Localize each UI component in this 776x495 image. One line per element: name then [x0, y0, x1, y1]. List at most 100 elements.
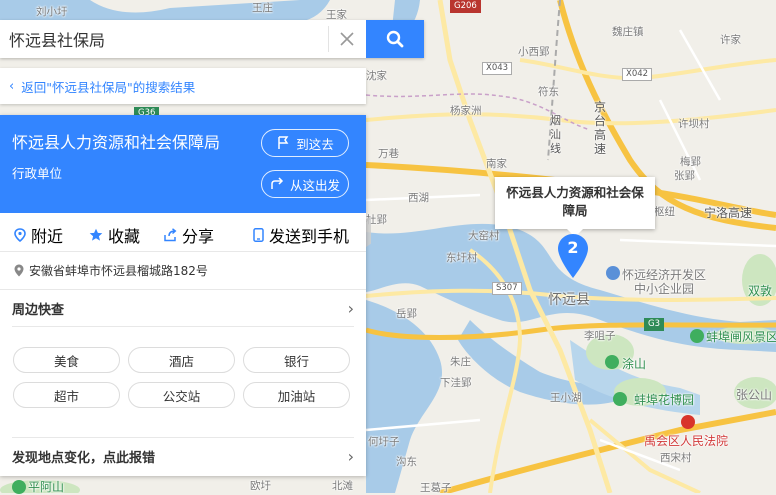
search-bar	[0, 20, 424, 58]
route-from-button[interactable]: 从这出发	[261, 170, 349, 198]
map-label: 王小湖	[550, 392, 582, 404]
nearby-action-label: 附近	[31, 227, 64, 246]
road-shield: S307	[492, 282, 522, 295]
report-error-link[interactable]: 发现地点变化，点此报错 ›	[12, 437, 354, 474]
park-icon	[12, 480, 26, 494]
send-to-phone-label: 发送到手机	[269, 227, 350, 246]
close-icon	[340, 32, 354, 46]
map-label: 下洼郢	[440, 377, 472, 389]
map-label: 符东	[538, 86, 559, 98]
map-label: 魏庄镇	[612, 26, 644, 38]
map-label: 刘小圩	[36, 6, 68, 18]
search-input[interactable]	[0, 20, 320, 58]
share-icon	[164, 228, 177, 242]
send-to-phone-action[interactable]: 发送到手机	[253, 223, 349, 247]
route-from-label: 从这出发	[289, 177, 340, 193]
clear-button[interactable]	[328, 26, 365, 52]
map-label: 双敦	[748, 284, 773, 298]
chip-bus-stop[interactable]: 公交站	[128, 382, 235, 408]
location-pin-icon	[14, 228, 26, 242]
map-label: 张公山	[736, 388, 773, 402]
map-label: 禹会区人民法院	[644, 434, 729, 448]
flag-icon	[278, 136, 289, 149]
location-marker[interactable]: 2	[558, 234, 588, 278]
chip-gas-station[interactable]: 加油站	[243, 382, 350, 408]
park-icon	[605, 355, 619, 369]
back-to-results-link[interactable]: ‹ 返回"怀远县社保局"的搜索结果	[0, 68, 366, 104]
address-row: 安徽省蚌埠市怀远县榴城路182号	[0, 252, 366, 290]
map-label: 南家	[486, 158, 507, 170]
nearby-action[interactable]: 附近	[14, 223, 63, 247]
map-label: 沟东	[396, 456, 417, 468]
share-action-label: 分享	[182, 227, 215, 246]
search-icon	[386, 30, 404, 48]
map-label: 北滩	[332, 480, 353, 492]
road-shield: G3	[644, 318, 664, 331]
chevron-right-icon: ›	[347, 298, 354, 318]
map-label: 蚌埠闸风景区	[706, 330, 776, 344]
address-text: 安徽省蚌埠市怀远县榴城路182号	[29, 264, 208, 278]
road-label: 宁洛高速	[704, 206, 753, 220]
map-label: 西宋村	[660, 452, 692, 464]
emblem-icon	[681, 415, 695, 429]
place-detail-card: 怀远县人力资源和社会保障局 行政单位 到这去 从这出发 附近 收藏 分享 发送到…	[0, 115, 366, 476]
back-link-label: 返回"怀远县社保局"的搜索结果	[21, 79, 196, 95]
place-type: 行政单位	[12, 166, 63, 181]
route-to-label: 到这去	[296, 136, 334, 152]
map-label: 何圩子	[368, 436, 400, 448]
map-label: 梅郢	[680, 156, 701, 168]
map-label: 李咀子	[584, 330, 616, 342]
address-pin-icon	[14, 264, 24, 277]
map-label: 欧圩	[250, 480, 271, 492]
map-label: 岳郢	[396, 308, 417, 320]
depart-icon	[271, 177, 284, 189]
star-icon	[89, 228, 103, 241]
nearby-search-header[interactable]: 周边快查 ›	[12, 290, 354, 327]
card-header: 怀远县人力资源和社会保障局 行政单位 到这去 从这出发	[0, 115, 366, 213]
map-label: 蚌埠花博园	[634, 393, 695, 407]
map-label: 许坝村	[678, 118, 710, 130]
chip-supermarket[interactable]: 超市	[13, 382, 120, 408]
map-label: 王庄	[252, 2, 273, 14]
map-label: 许家	[720, 34, 741, 46]
map-label: 平阿山	[28, 480, 65, 494]
nearby-search-title: 周边快查	[12, 302, 65, 318]
map-label: 大窑村	[468, 230, 500, 242]
map-label: 张郢	[674, 170, 695, 182]
chip-bank[interactable]: 银行	[243, 347, 350, 373]
marker-number: 2	[567, 238, 579, 257]
park-icon	[690, 329, 704, 343]
road-shield: G206	[450, 0, 481, 13]
favorite-action[interactable]: 收藏	[89, 223, 140, 247]
phone-icon	[253, 228, 264, 242]
road-label: 京台高速	[594, 100, 607, 156]
road-shield: X042	[622, 68, 653, 81]
map-label: 东圩村	[446, 252, 478, 264]
callout-title: 怀远县人力资源和社会保障局	[506, 185, 644, 218]
map-label: 西湖	[408, 192, 429, 204]
map-label: 朱庄	[450, 356, 471, 368]
map-label: 枢纽	[654, 206, 675, 218]
road-label: 烟汕线	[550, 114, 561, 155]
park-icon	[613, 392, 627, 406]
map-label-county: 怀远县	[548, 292, 590, 308]
report-error-label: 发现地点变化，点此报错	[12, 450, 156, 466]
map-label: 中小企业园	[634, 282, 695, 296]
road-shield: X043	[482, 62, 513, 75]
chevron-right-icon: ›	[347, 446, 354, 466]
favorite-action-label: 收藏	[108, 227, 141, 246]
share-action[interactable]: 分享	[163, 223, 214, 247]
map-label: 小西郢	[518, 46, 550, 58]
poi-icon	[606, 266, 620, 280]
map-label: 涂山	[622, 357, 647, 371]
chip-hotel[interactable]: 酒店	[128, 347, 235, 373]
marker-callout: 怀远县人力资源和社会保障局	[495, 177, 655, 237]
map-label: 万巷	[378, 148, 399, 160]
chip-food[interactable]: 美食	[13, 347, 120, 373]
route-to-button[interactable]: 到这去	[261, 129, 349, 157]
map-label: 杨家洲	[450, 105, 482, 117]
map-label: 沈家	[366, 70, 387, 82]
search-button[interactable]	[366, 20, 424, 58]
chevron-left-icon: ‹	[9, 78, 15, 94]
place-name: 怀远县人力资源和社会保障局	[12, 133, 221, 152]
